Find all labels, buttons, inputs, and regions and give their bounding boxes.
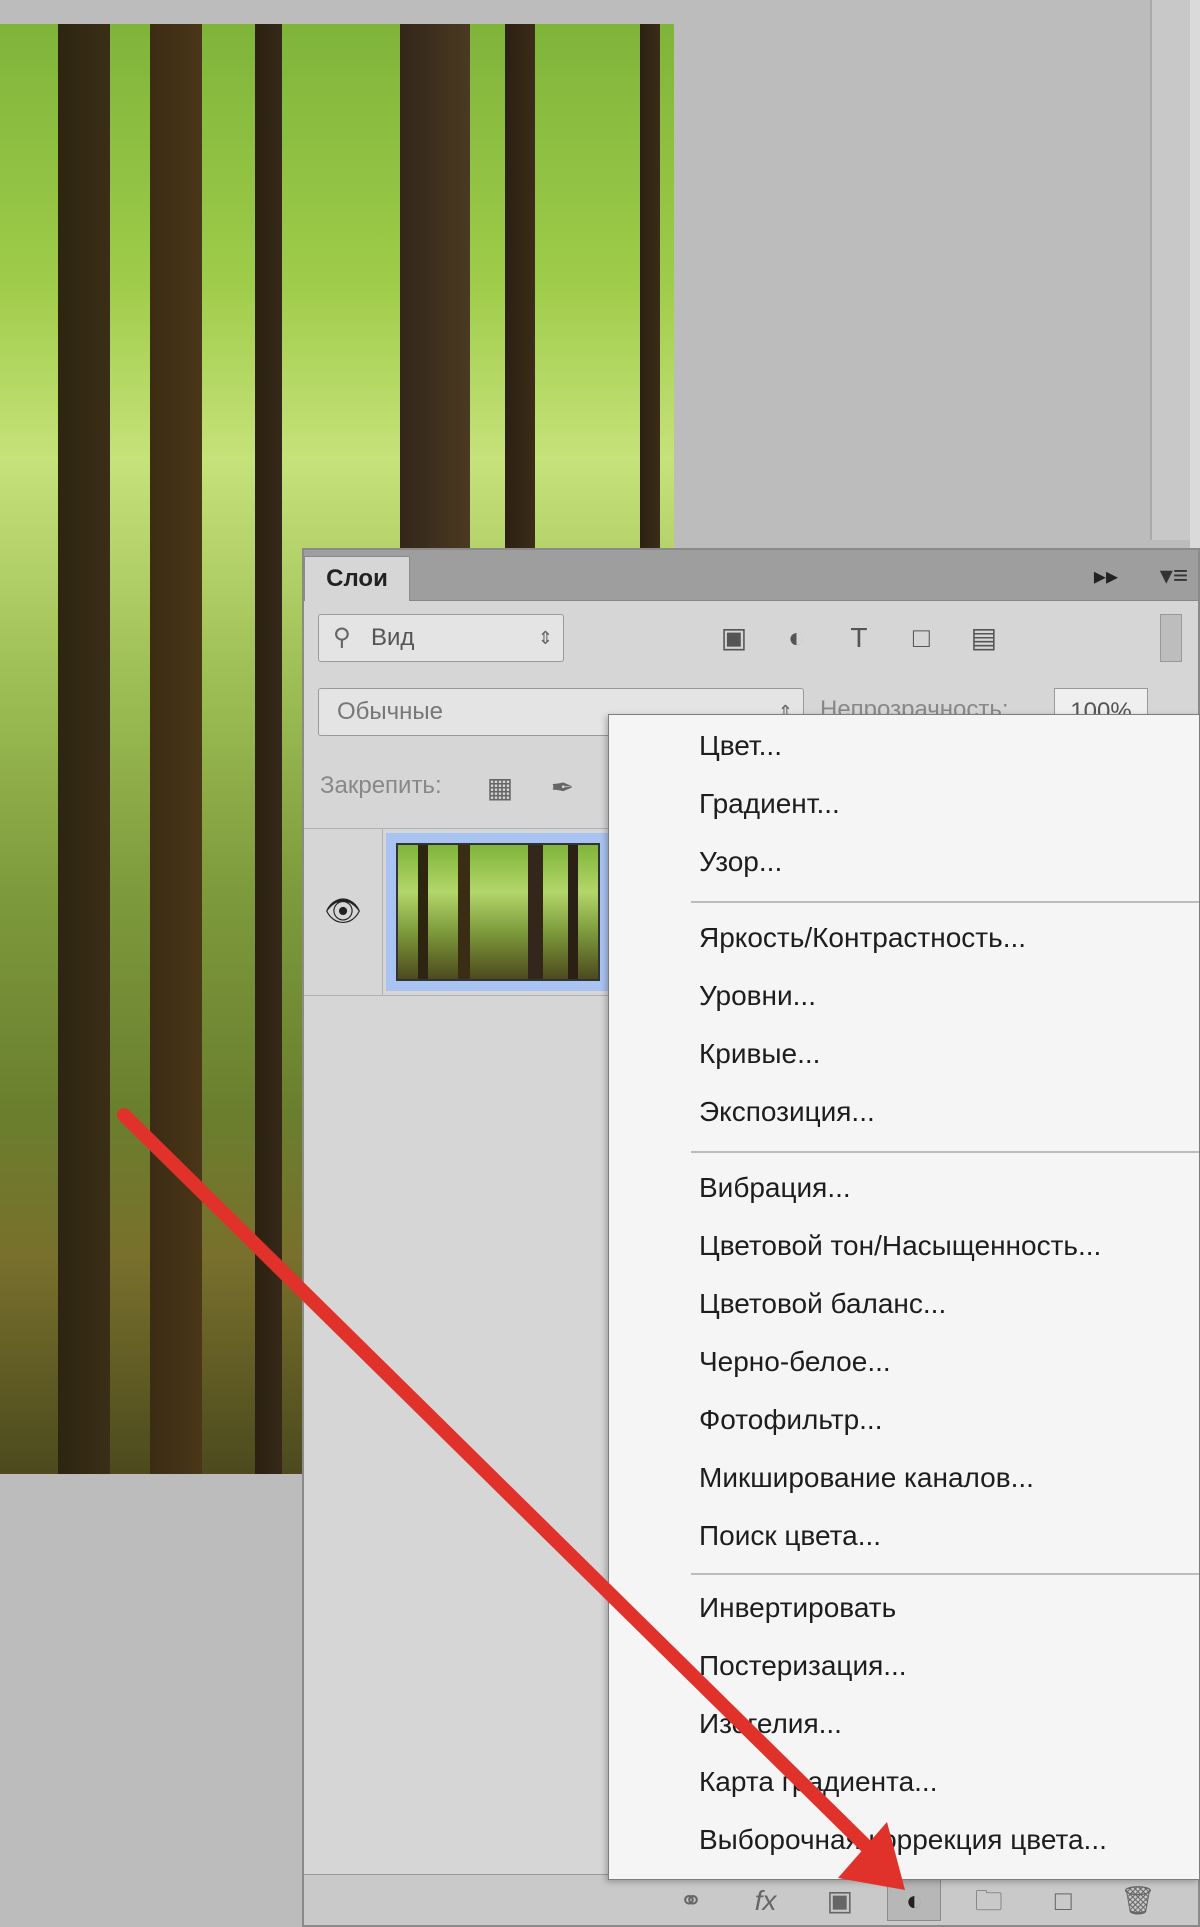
link-icon[interactable]: ⚭	[664, 1880, 718, 1922]
type-filter-icon[interactable]: T	[839, 620, 879, 656]
spinner-icon: ⇕	[537, 628, 553, 648]
menu-item-gradient-map[interactable]: Карта градиента...	[699, 1759, 938, 1805]
menu-item-color-balance[interactable]: Цветовой баланс...	[699, 1281, 946, 1327]
menu-item-gradient[interactable]: Градиент...	[699, 781, 840, 827]
menu-item-selective-color[interactable]: Выборочная коррекция цвета...	[699, 1817, 1107, 1863]
search-icon: ⚲	[333, 624, 351, 651]
menu-item-exposure[interactable]: Экспозиция...	[699, 1089, 875, 1135]
adjustment-layer-menu: Цвет... Градиент... Узор... Яркость/Конт…	[608, 714, 1200, 1880]
menu-separator	[691, 901, 1199, 903]
menu-item-channel-mixer[interactable]: Микширование каналов...	[699, 1455, 1034, 1501]
layer-thumbnail-selected[interactable]	[386, 833, 610, 991]
menu-item-color-lookup[interactable]: Поиск цвета...	[699, 1513, 881, 1559]
menu-separator	[691, 1151, 1199, 1153]
panel-footer: ⚭ fx ▣ ◐ 🗀 □ 🗑	[304, 1874, 1198, 1925]
menu-item-hue-saturation[interactable]: Цветовой тон/Насыщенность...	[699, 1223, 1101, 1269]
menu-item-curves[interactable]: Кривые...	[699, 1031, 820, 1077]
panel-menu-icon[interactable]: ▾≡	[1160, 560, 1188, 591]
blend-mode-value: Обычные	[337, 698, 444, 725]
adjustment-filter-icon[interactable]: ◐	[776, 620, 816, 656]
group-folder-icon[interactable]: 🗀	[962, 1880, 1016, 1922]
menu-item-black-white[interactable]: Черно-белое...	[699, 1339, 891, 1385]
tab-layers[interactable]: Слои	[304, 556, 410, 601]
footer-icons: ⚭ fx ▣ ◐ 🗀 □ 🗑	[664, 1879, 1181, 1922]
fx-icon[interactable]: fx	[738, 1880, 792, 1922]
menu-item-threshold[interactable]: Изогелия...	[699, 1701, 842, 1747]
menu-item-color[interactable]: Цвет...	[699, 723, 782, 769]
mask-icon[interactable]: ▣	[813, 1880, 867, 1922]
image-filter-icon[interactable]: ▣	[714, 620, 754, 656]
menu-item-invert[interactable]: Инвертировать	[699, 1585, 896, 1631]
menu-item-vibrance[interactable]: Вибрация...	[699, 1165, 851, 1211]
filter-toggle-switch[interactable]	[1160, 614, 1182, 662]
panel-tabbar: Слои ▸▸ ▾≡	[304, 550, 1198, 601]
workspace-scrollbar[interactable]	[1150, 0, 1192, 540]
menu-separator	[691, 1573, 1199, 1575]
menu-item-photo-filter[interactable]: Фотофильтр...	[699, 1397, 882, 1443]
menu-item-brightness-contrast[interactable]: Яркость/Контрастность...	[699, 915, 1026, 961]
new-layer-icon[interactable]: □	[1036, 1880, 1090, 1922]
lock-image-icon[interactable]: ✒	[544, 770, 580, 806]
menu-item-posterize[interactable]: Постеризация...	[699, 1643, 907, 1689]
filter-row: ⚲ Вид ⇕ ▣ ◐ T □ ▤	[314, 614, 1188, 664]
menu-item-pattern[interactable]: Узор...	[699, 839, 782, 885]
filter-icons: ▣ ◐ T □ ▤	[714, 620, 1022, 656]
lock-transparent-icon[interactable]: ▦	[482, 770, 518, 806]
collapse-panel-icon[interactable]: ▸▸	[1094, 562, 1118, 591]
visibility-eye-icon[interactable]: 👁	[304, 829, 383, 995]
filter-kind-label: Вид	[371, 624, 415, 651]
lock-label: Закрепить:	[320, 772, 442, 799]
trash-icon[interactable]: 🗑	[1111, 1880, 1165, 1922]
document-workspace: Слои ▸▸ ▾≡ ⚲ Вид ⇕ ▣ ◐ T □ ▤ Обычные ⇕ Н…	[0, 0, 1200, 1927]
shape-filter-icon[interactable]: □	[901, 620, 941, 656]
adjustment-layer-icon[interactable]: ◐	[887, 1879, 942, 1921]
smart-object-filter-icon[interactable]: ▤	[964, 620, 1004, 656]
filter-kind-select[interactable]: ⚲ Вид ⇕	[318, 614, 564, 662]
forest-thumbnail	[396, 843, 600, 981]
menu-item-levels[interactable]: Уровни...	[699, 973, 816, 1019]
